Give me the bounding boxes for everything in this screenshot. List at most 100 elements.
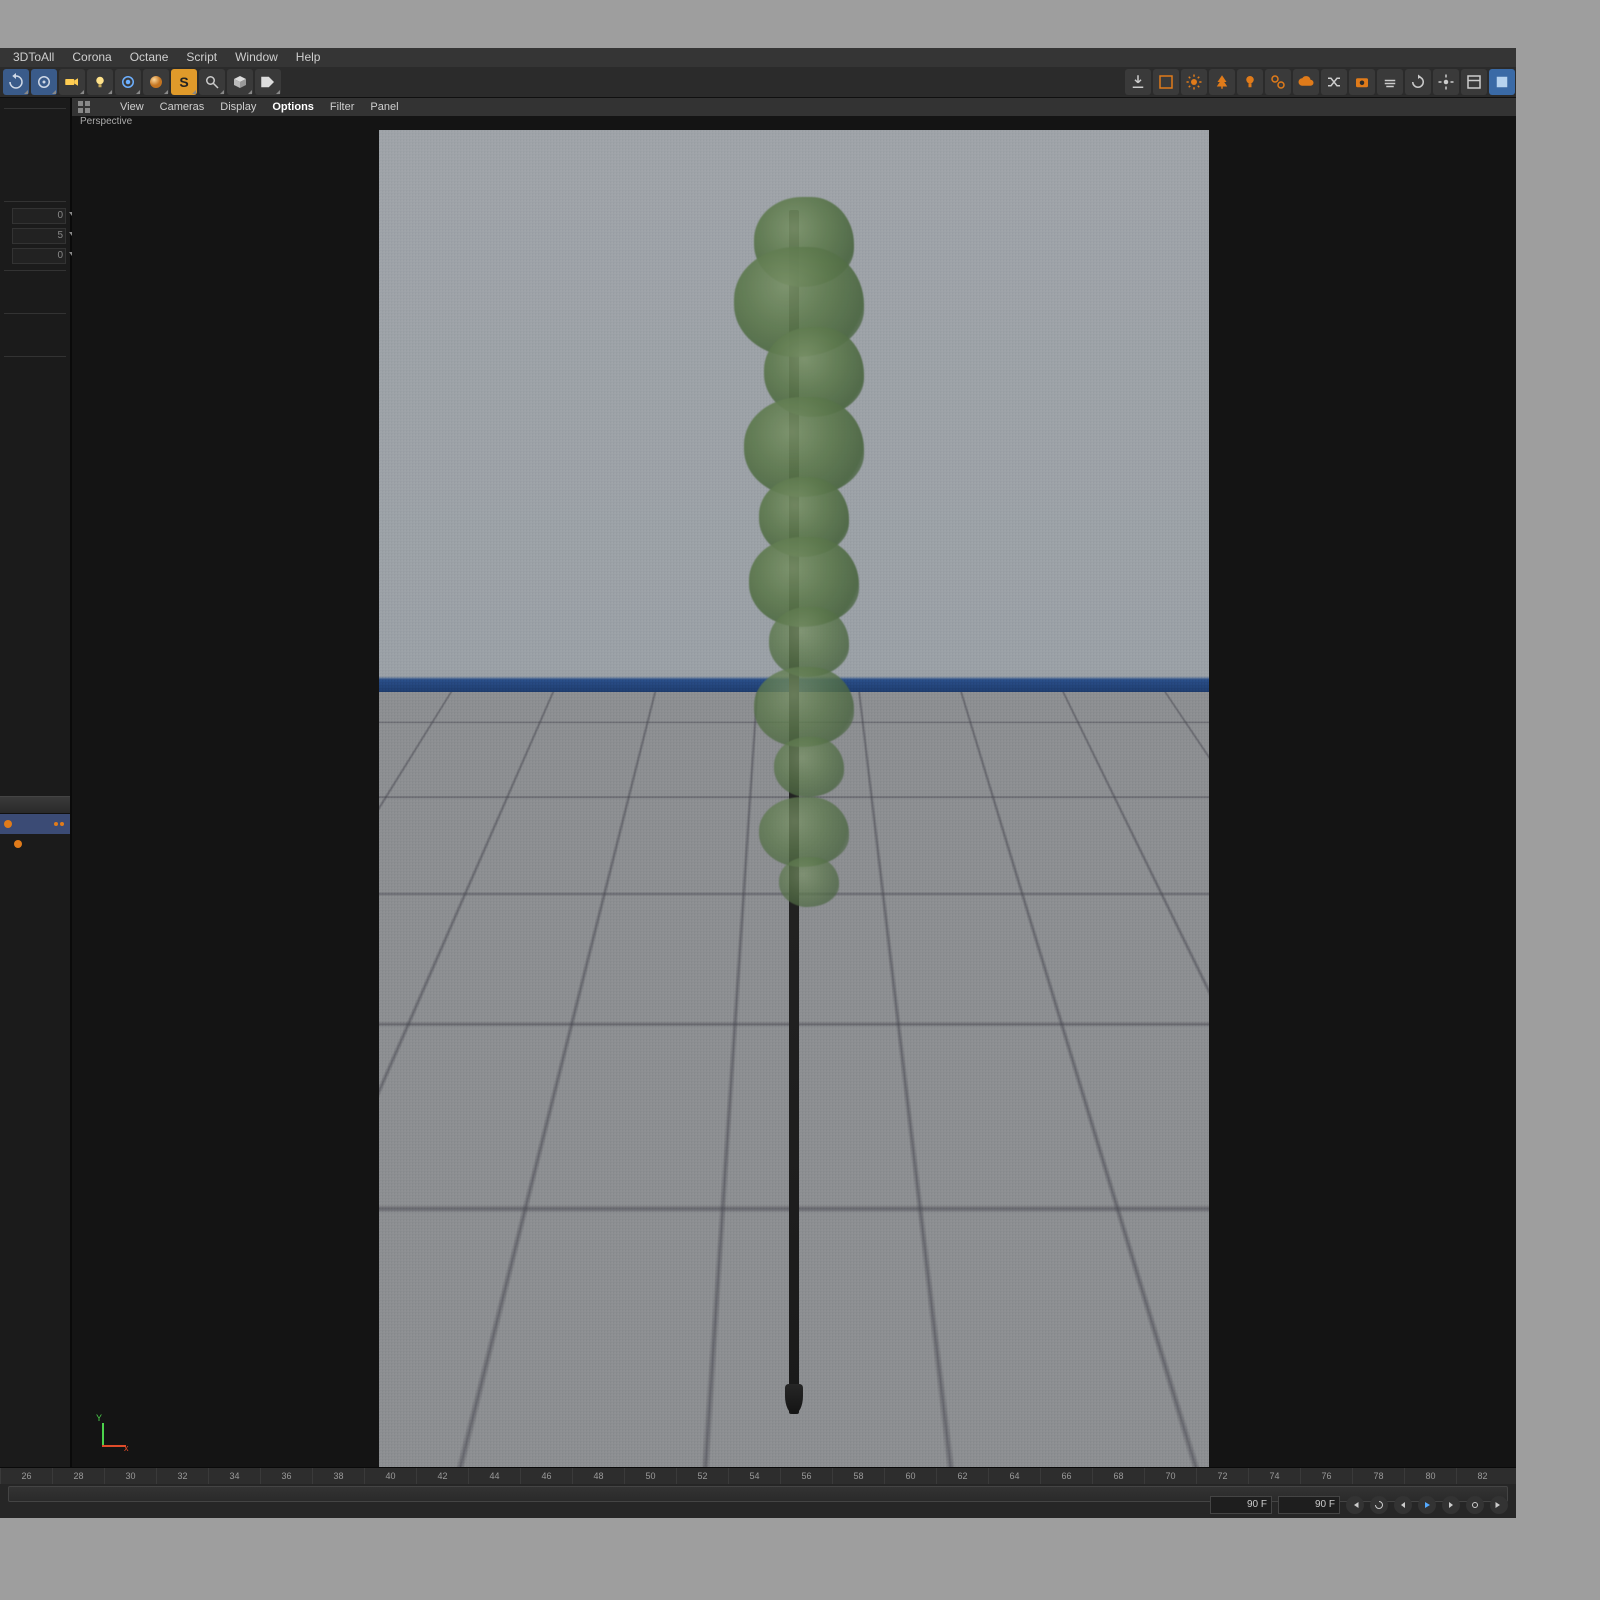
timeline-tick: 82	[1456, 1468, 1508, 1484]
timeline-tick: 48	[572, 1468, 624, 1484]
link-button[interactable]	[1265, 69, 1291, 95]
object-tags	[54, 822, 64, 826]
next-frame-button[interactable]	[1442, 1496, 1460, 1514]
play-button[interactable]	[1418, 1496, 1436, 1514]
object-row[interactable]	[0, 834, 70, 854]
bulb-button[interactable]	[1237, 69, 1263, 95]
render-view-button[interactable]	[115, 69, 141, 95]
timeline-tick: 66	[1040, 1468, 1092, 1484]
rec-button[interactable]	[1466, 1496, 1484, 1514]
vp-menu-view[interactable]: View	[112, 101, 152, 113]
object-manager-header[interactable]	[0, 796, 70, 814]
timeline-tick: 26	[0, 1468, 52, 1484]
axis-gizmo: Y x	[94, 1415, 134, 1455]
timeline-tick: 52	[676, 1468, 728, 1484]
menu-help[interactable]: Help	[287, 48, 330, 67]
timeline-controls: 90 F 90 F	[1210, 1496, 1508, 1514]
timeline-tick: 80	[1404, 1468, 1456, 1484]
viewport-menubar: View Cameras Display Options Filter Pane…	[72, 98, 1516, 116]
menu-octane[interactable]: Octane	[121, 48, 178, 67]
light-button[interactable]	[87, 69, 113, 95]
render-area	[379, 130, 1209, 1467]
timeline-tick: 50	[624, 1468, 676, 1484]
timeline-tick: 76	[1300, 1468, 1352, 1484]
prev-frame-button[interactable]	[1394, 1496, 1412, 1514]
shuffle-button[interactable]	[1321, 69, 1347, 95]
menu-3dtoall[interactable]: 3DToAll	[4, 48, 63, 67]
timeline-tick: 70	[1144, 1468, 1196, 1484]
sun-button[interactable]	[1181, 69, 1207, 95]
goto-end-button[interactable]	[1490, 1496, 1508, 1514]
left-panel: 0 5 0	[0, 98, 71, 1467]
timeline-tick: 40	[364, 1468, 416, 1484]
viewport-label: Perspective	[72, 116, 1516, 130]
coord-field-z[interactable]: 0	[12, 248, 66, 264]
timeline-tick: 64	[988, 1468, 1040, 1484]
timeline-tick: 38	[312, 1468, 364, 1484]
gear-button[interactable]	[1433, 69, 1459, 95]
menu-window[interactable]: Window	[226, 48, 287, 67]
goto-start-button[interactable]	[1346, 1496, 1364, 1514]
download-button[interactable]	[1125, 69, 1151, 95]
search-button[interactable]	[199, 69, 225, 95]
object-row[interactable]	[0, 814, 70, 834]
timeline-tick: 36	[260, 1468, 312, 1484]
solo-button[interactable]: S	[171, 69, 197, 95]
panel-button[interactable]	[1461, 69, 1487, 95]
menu-corona[interactable]: Corona	[63, 48, 120, 67]
cloud-button[interactable]	[1293, 69, 1319, 95]
timeline: 2628303234363840424446485052545658606264…	[0, 1467, 1516, 1518]
timeline-tick: 44	[468, 1468, 520, 1484]
timeline-tick: 56	[780, 1468, 832, 1484]
menu-script[interactable]: Script	[177, 48, 226, 67]
timeline-tick: 42	[416, 1468, 468, 1484]
timeline-tick: 60	[884, 1468, 936, 1484]
tree-trunk	[789, 210, 799, 1413]
blue-panel-button[interactable]	[1489, 69, 1515, 95]
main-menubar: 3DToAll Corona Octane Script Window Help	[0, 48, 1516, 67]
timeline-tick: 72	[1196, 1468, 1248, 1484]
coord-field-x[interactable]: 0	[12, 208, 66, 224]
timeline-tick: 78	[1352, 1468, 1404, 1484]
reload-button[interactable]	[1405, 69, 1431, 95]
undo-button[interactable]	[3, 69, 29, 95]
main-toolbar: S	[0, 67, 1516, 98]
timeline-tick: 68	[1092, 1468, 1144, 1484]
timeline-tick: 62	[936, 1468, 988, 1484]
frame-end-field[interactable]: 90 F	[1278, 1496, 1340, 1514]
camera-button[interactable]	[59, 69, 85, 95]
frame-current-field[interactable]: 90 F	[1210, 1496, 1272, 1514]
vp-menu-panel[interactable]: Panel	[362, 101, 406, 113]
object-icon	[4, 820, 12, 828]
vp-menu-filter[interactable]: Filter	[322, 101, 362, 113]
timeline-tick: 28	[52, 1468, 104, 1484]
timeline-tick: 54	[728, 1468, 780, 1484]
layout-grid-icon[interactable]	[78, 101, 106, 113]
vp-menu-display[interactable]: Display	[212, 101, 264, 113]
main-row: 0 5 0 View C	[0, 98, 1516, 1467]
live-select-button[interactable]	[31, 69, 57, 95]
material-button[interactable]	[143, 69, 169, 95]
timeline-tick: 58	[832, 1468, 884, 1484]
app-window: 3DToAll Corona Octane Script Window Help…	[0, 48, 1516, 1516]
vp-menu-options[interactable]: Options	[264, 101, 322, 113]
tag-button[interactable]	[255, 69, 281, 95]
render-region-button[interactable]	[1153, 69, 1179, 95]
timeline-ruler[interactable]: 2628303234363840424446485052545658606264…	[0, 1468, 1516, 1484]
object-icon	[14, 840, 22, 848]
content-button[interactable]	[227, 69, 253, 95]
timeline-tick: 46	[520, 1468, 572, 1484]
timeline-tick: 34	[208, 1468, 260, 1484]
viewport-3d[interactable]: Y x	[72, 130, 1516, 1467]
timeline-tick: 74	[1248, 1468, 1300, 1484]
tree-button[interactable]	[1209, 69, 1235, 95]
coord-field-y[interactable]: 5	[12, 228, 66, 244]
timeline-tick: 30	[104, 1468, 156, 1484]
timeline-tick: 32	[156, 1468, 208, 1484]
object-manager	[0, 788, 70, 854]
haze-button[interactable]	[1377, 69, 1403, 95]
viewport-panel: View Cameras Display Options Filter Pane…	[71, 98, 1516, 1467]
loop-button[interactable]	[1370, 1496, 1388, 1514]
snapshot-button[interactable]	[1349, 69, 1375, 95]
vp-menu-cameras[interactable]: Cameras	[152, 101, 213, 113]
